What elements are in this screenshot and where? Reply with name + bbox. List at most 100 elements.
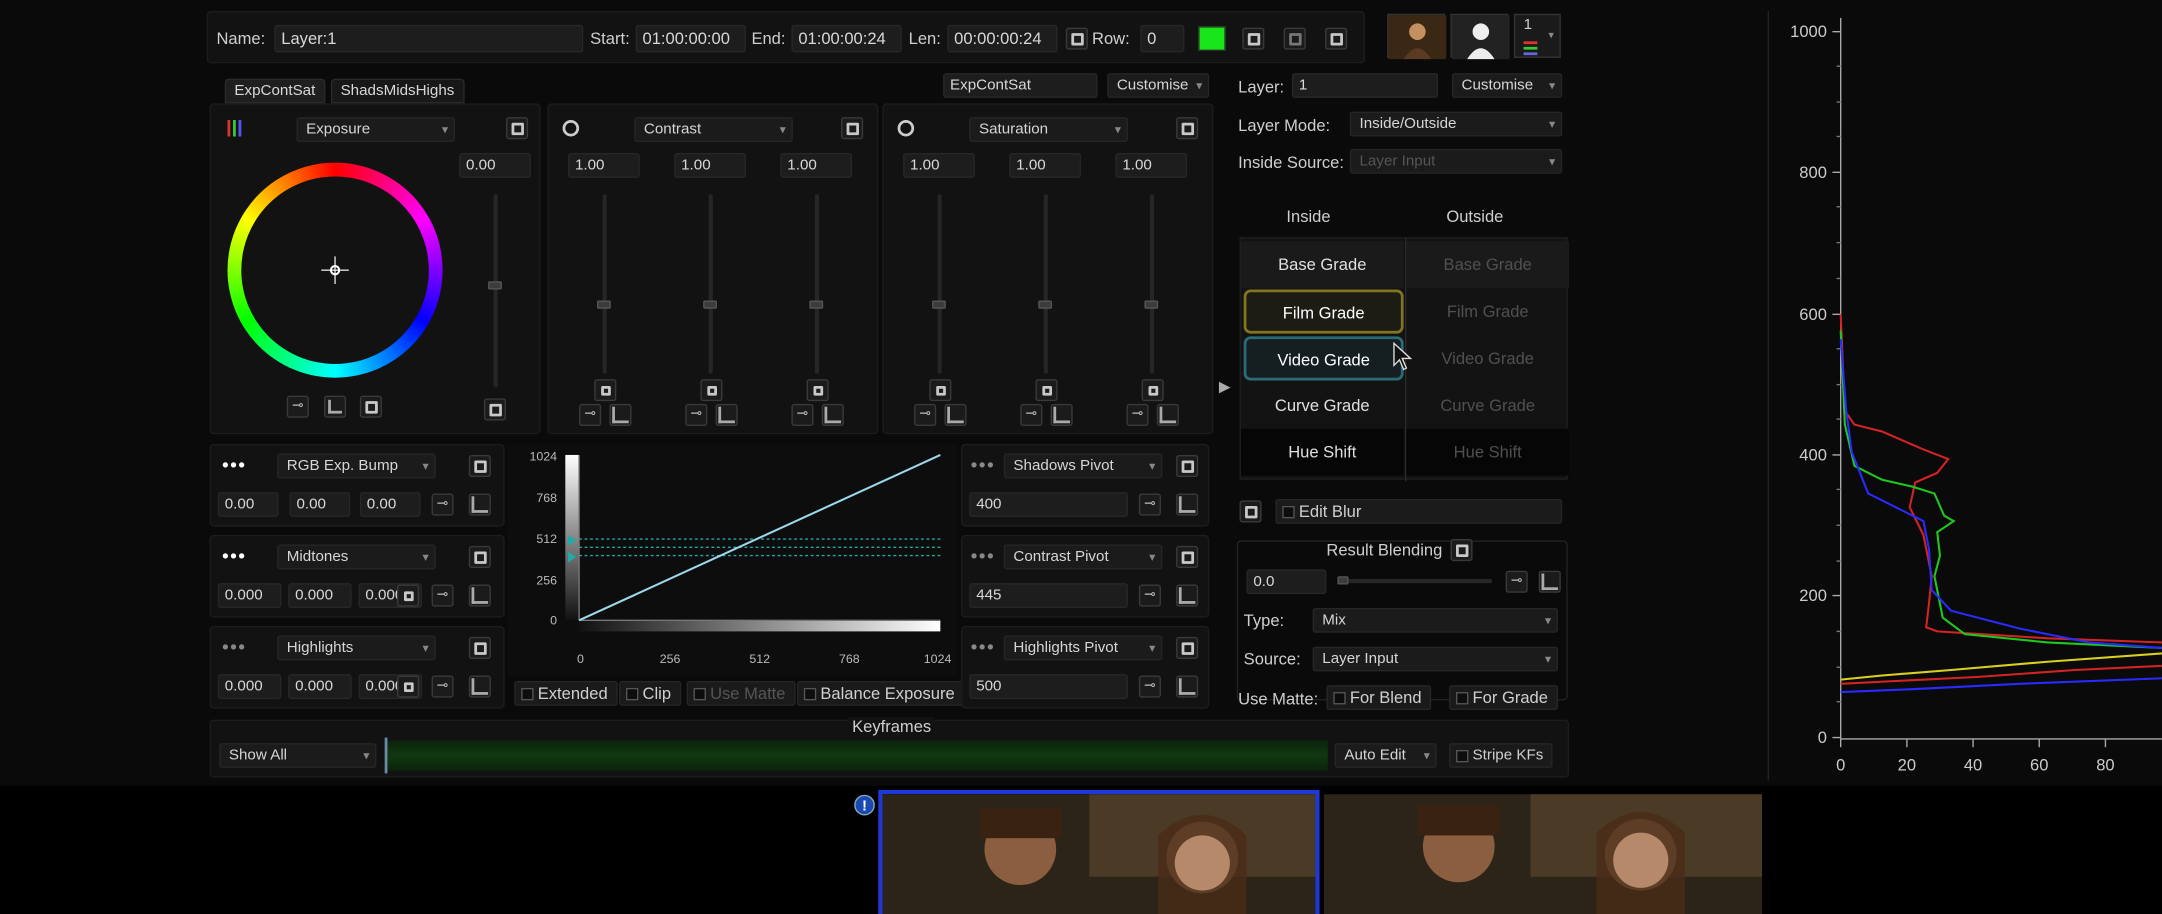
saturation-g-knob[interactable] — [1038, 300, 1053, 309]
blend-amount-field[interactable]: 0.0 — [1246, 569, 1327, 595]
more-dots-icon[interactable]: ••• — [222, 636, 246, 658]
outside-video-grade[interactable]: Video Grade — [1406, 335, 1569, 382]
midtones-curve-icon[interactable] — [468, 584, 491, 607]
highlights-pivot-field[interactable]: 500 — [969, 674, 1128, 699]
contrast-r-knob[interactable] — [597, 300, 611, 309]
expand-arrow-icon[interactable]: ▶ — [1219, 378, 1231, 396]
saturation-r-key-icon[interactable]: ⊸ — [914, 403, 937, 426]
highlights-pivot-curve-icon[interactable] — [1176, 675, 1199, 698]
exposure-slider-track[interactable] — [493, 194, 498, 388]
contrast-r-curve-icon[interactable] — [609, 403, 632, 426]
playhead[interactable] — [384, 737, 388, 774]
more-dots-icon[interactable]: ••• — [971, 545, 995, 567]
clip-checkbox[interactable]: Clip — [619, 681, 681, 706]
layer-mode-dropdown[interactable]: Inside/Outside — [1349, 111, 1563, 137]
layer-number-field[interactable]: 1 — [1291, 73, 1439, 98]
tab-expcontsat[interactable]: ExpContSat — [224, 78, 325, 104]
saturation-g-reset-icon[interactable] — [1035, 379, 1058, 402]
len-timecode-field[interactable]: 00:00:00:24 — [947, 24, 1058, 53]
tab-shadsmidshighs[interactable]: ShadsMidsHighs — [330, 78, 465, 104]
saturation-b-reset-icon[interactable] — [1141, 379, 1164, 402]
contrast-b-slider[interactable] — [814, 194, 820, 374]
inside-source-dropdown[interactable]: Layer Input — [1349, 148, 1563, 174]
for-grade-checkbox[interactable]: For Grade — [1449, 685, 1558, 710]
blend-slider-track[interactable] — [1340, 579, 1492, 584]
response-curve-graph[interactable]: 1024 768 512 256 0 0 256 512 768 1024 — [507, 443, 957, 676]
contrast-b-field[interactable]: 1.00 — [780, 153, 853, 178]
row-field[interactable]: 0 — [1140, 24, 1185, 53]
saturation-dropdown[interactable]: Saturation — [969, 117, 1128, 142]
contrast-reset-icon[interactable] — [841, 117, 864, 140]
contrast-pivot-reset-icon[interactable] — [1176, 545, 1199, 568]
contrast-b-curve-icon[interactable] — [821, 403, 844, 426]
info-icon[interactable]: ! — [853, 794, 875, 816]
for-blend-checkbox[interactable]: For Blend — [1326, 685, 1432, 710]
inside-base-grade[interactable]: Base Grade — [1240, 241, 1404, 289]
extended-checkbox[interactable]: Extended — [514, 681, 618, 706]
color-wheel[interactable] — [221, 157, 449, 384]
inside-hue-shift[interactable]: Hue Shift — [1240, 428, 1404, 476]
shadows-pivot-curve-icon[interactable] — [1176, 493, 1199, 516]
highlights-pivot-reset-icon[interactable] — [1176, 636, 1199, 659]
clip-thumbnail-selected[interactable] — [878, 789, 1320, 914]
blend-slider-knob[interactable] — [1337, 576, 1349, 585]
midtones-key-icon[interactable]: ⊸ — [431, 584, 454, 607]
midtones-g-field[interactable]: 0.000 — [288, 583, 352, 608]
contrast-pivot-field[interactable]: 445 — [969, 583, 1128, 608]
inside-curve-grade[interactable]: Curve Grade — [1241, 382, 1404, 429]
blend-source-dropdown[interactable]: Layer Input — [1312, 646, 1559, 672]
layer-customise-dropdown[interactable]: Customise — [1451, 73, 1563, 98]
bump-key-icon[interactable]: ⊸ — [431, 493, 454, 516]
contrast-b-key-icon[interactable]: ⊸ — [791, 403, 814, 426]
saturation-enable-icon[interactable] — [896, 119, 915, 138]
rgb-exp-bump-reset-icon[interactable] — [468, 454, 491, 477]
preset-name-field[interactable]: ExpContSat — [943, 73, 1098, 98]
key-icon[interactable]: ⊸ — [286, 395, 309, 418]
end-timecode-field[interactable]: 01:00:00:24 — [791, 24, 902, 53]
outside-film-grade[interactable]: Film Grade — [1406, 288, 1569, 335]
midtones-r-field[interactable]: 0.000 — [217, 583, 282, 608]
layer-color-swatch[interactable] — [1198, 26, 1226, 52]
highlights-key-icon[interactable]: ⊸ — [431, 675, 454, 698]
keyframe-filter-dropdown[interactable]: Show All — [219, 743, 377, 768]
contrast-b-knob[interactable] — [809, 300, 824, 309]
contrast-g-key-icon[interactable]: ⊸ — [685, 403, 708, 426]
more-dots-icon[interactable]: ••• — [222, 454, 246, 476]
blend-curve-icon[interactable] — [1538, 570, 1561, 593]
shadows-pivot-key-icon[interactable]: ⊸ — [1138, 493, 1161, 516]
contrast-g-slider[interactable] — [708, 194, 713, 374]
outside-base-grade[interactable]: Base Grade — [1406, 241, 1570, 289]
exposure-reset-icon[interactable] — [506, 117, 529, 140]
contrast-pivot-dropdown[interactable]: Contrast Pivot — [1003, 544, 1163, 570]
inside-film-grade[interactable]: Film Grade — [1243, 289, 1404, 334]
rgb-exp-bump-dropdown[interactable]: RGB Exp. Bump — [277, 453, 436, 479]
blend-key-icon[interactable]: ⊸ — [1505, 570, 1528, 593]
blend-type-dropdown[interactable]: Mix — [1312, 607, 1559, 633]
more-dots-icon[interactable]: ••• — [971, 636, 995, 658]
more-dots-icon[interactable]: ••• — [971, 454, 995, 476]
more-dots-icon[interactable]: ••• — [222, 545, 246, 567]
blur-reset-icon[interactable] — [1239, 500, 1262, 523]
bump-curve-icon[interactable] — [468, 493, 491, 516]
saturation-r-slider[interactable] — [937, 194, 942, 374]
saturation-b-key-icon[interactable]: ⊸ — [1126, 403, 1149, 426]
contrast-g-curve-icon[interactable] — [715, 403, 738, 426]
contrast-dropdown[interactable]: Contrast — [634, 117, 793, 142]
bump-r-field[interactable]: 0.00 — [217, 492, 279, 517]
contrast-pivot-curve-icon[interactable] — [1176, 584, 1199, 607]
reset-icon[interactable] — [1325, 27, 1348, 50]
source-thumbnail[interactable] — [1387, 13, 1447, 60]
contrast-pivot-key-icon[interactable]: ⊸ — [1138, 584, 1161, 607]
saturation-reset-icon[interactable] — [1176, 117, 1199, 140]
saturation-b-slider[interactable] — [1149, 194, 1155, 374]
use-matte-checkbox[interactable]: Use Matte — [686, 681, 796, 706]
outside-curve-grade[interactable]: Curve Grade — [1406, 382, 1569, 429]
saturation-g-field[interactable]: 1.00 — [1009, 153, 1081, 178]
exposure-slider-knob[interactable] — [488, 281, 502, 290]
highlights-dropdown[interactable]: Highlights — [277, 635, 436, 661]
saturation-g-slider[interactable] — [1043, 194, 1048, 374]
saturation-g-curve-icon[interactable] — [1050, 403, 1073, 426]
paste-icon[interactable] — [1283, 27, 1306, 50]
clip-thumbnail[interactable] — [1323, 794, 1763, 914]
bump-b-field[interactable]: 0.00 — [359, 492, 421, 517]
